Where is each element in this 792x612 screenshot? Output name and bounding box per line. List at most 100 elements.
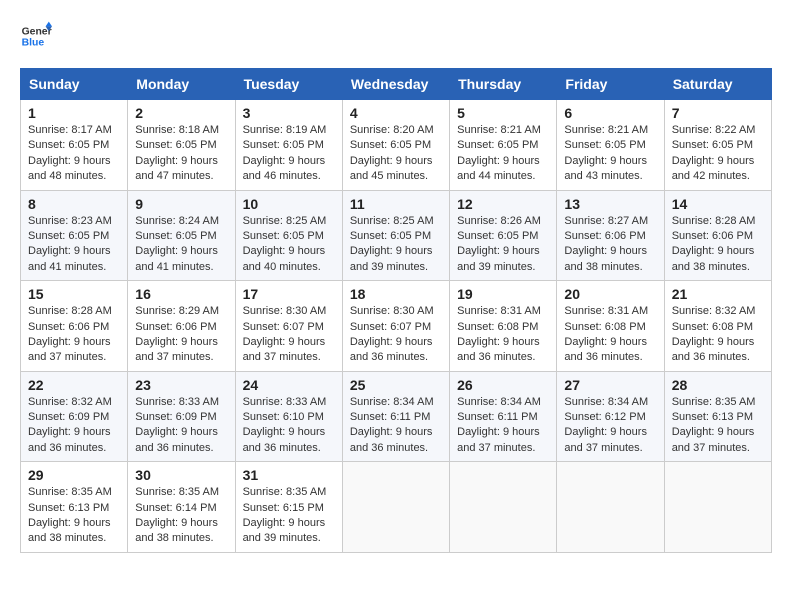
calendar-week-row: 1 Sunrise: 8:17 AM Sunset: 6:05 PM Dayli… xyxy=(21,100,772,191)
sunset-label: Sunset: 6:08 PM xyxy=(672,321,753,333)
day-info: Sunrise: 8:35 AM Sunset: 6:13 PM Dayligh… xyxy=(672,395,764,457)
day-info: Sunrise: 8:28 AM Sunset: 6:06 PM Dayligh… xyxy=(28,304,120,366)
sunrise-label: Sunrise: 8:33 AM xyxy=(243,396,327,408)
sunrise-label: Sunrise: 8:27 AM xyxy=(564,215,648,227)
day-number: 27 xyxy=(564,377,656,393)
day-number: 22 xyxy=(28,377,120,393)
daylight-label: Daylight: 9 hours and 45 minutes. xyxy=(350,155,433,182)
sunrise-label: Sunrise: 8:28 AM xyxy=(28,305,112,317)
day-number: 29 xyxy=(28,467,120,483)
daylight-label: Daylight: 9 hours and 36 minutes. xyxy=(28,426,111,453)
sunset-label: Sunset: 6:05 PM xyxy=(350,139,431,151)
sunrise-label: Sunrise: 8:22 AM xyxy=(672,124,756,136)
sunset-label: Sunset: 6:08 PM xyxy=(564,321,645,333)
sunset-label: Sunset: 6:11 PM xyxy=(350,411,431,423)
day-info: Sunrise: 8:19 AM Sunset: 6:05 PM Dayligh… xyxy=(243,123,335,185)
daylight-label: Daylight: 9 hours and 47 minutes. xyxy=(135,155,218,182)
sunrise-label: Sunrise: 8:20 AM xyxy=(350,124,434,136)
daylight-label: Daylight: 9 hours and 36 minutes. xyxy=(350,426,433,453)
daylight-label: Daylight: 9 hours and 36 minutes. xyxy=(243,426,326,453)
sunset-label: Sunset: 6:06 PM xyxy=(135,321,216,333)
calendar-cell: 13 Sunrise: 8:27 AM Sunset: 6:06 PM Dayl… xyxy=(557,190,664,281)
day-number: 11 xyxy=(350,196,442,212)
calendar-cell: 15 Sunrise: 8:28 AM Sunset: 6:06 PM Dayl… xyxy=(21,281,128,372)
day-info: Sunrise: 8:30 AM Sunset: 6:07 PM Dayligh… xyxy=(350,304,442,366)
column-header-tuesday: Tuesday xyxy=(235,69,342,100)
calendar-cell: 24 Sunrise: 8:33 AM Sunset: 6:10 PM Dayl… xyxy=(235,371,342,462)
sunset-label: Sunset: 6:07 PM xyxy=(350,321,431,333)
daylight-label: Daylight: 9 hours and 36 minutes. xyxy=(672,336,755,363)
daylight-label: Daylight: 9 hours and 40 minutes. xyxy=(243,245,326,272)
calendar-week-row: 8 Sunrise: 8:23 AM Sunset: 6:05 PM Dayli… xyxy=(21,190,772,281)
page-header: General Blue xyxy=(20,20,772,52)
sunrise-label: Sunrise: 8:30 AM xyxy=(350,305,434,317)
daylight-label: Daylight: 9 hours and 39 minutes. xyxy=(457,245,540,272)
sunset-label: Sunset: 6:13 PM xyxy=(672,411,753,423)
calendar-cell: 2 Sunrise: 8:18 AM Sunset: 6:05 PM Dayli… xyxy=(128,100,235,191)
day-info: Sunrise: 8:34 AM Sunset: 6:12 PM Dayligh… xyxy=(564,395,656,457)
daylight-label: Daylight: 9 hours and 42 minutes. xyxy=(672,155,755,182)
sunrise-label: Sunrise: 8:25 AM xyxy=(350,215,434,227)
day-info: Sunrise: 8:22 AM Sunset: 6:05 PM Dayligh… xyxy=(672,123,764,185)
sunset-label: Sunset: 6:15 PM xyxy=(243,502,324,514)
day-info: Sunrise: 8:32 AM Sunset: 6:09 PM Dayligh… xyxy=(28,395,120,457)
day-info: Sunrise: 8:24 AM Sunset: 6:05 PM Dayligh… xyxy=(135,214,227,276)
daylight-label: Daylight: 9 hours and 46 minutes. xyxy=(243,155,326,182)
day-number: 2 xyxy=(135,105,227,121)
sunrise-label: Sunrise: 8:35 AM xyxy=(672,396,756,408)
calendar-cell: 22 Sunrise: 8:32 AM Sunset: 6:09 PM Dayl… xyxy=(21,371,128,462)
daylight-label: Daylight: 9 hours and 43 minutes. xyxy=(564,155,647,182)
calendar-cell xyxy=(450,462,557,553)
day-number: 8 xyxy=(28,196,120,212)
sunrise-label: Sunrise: 8:19 AM xyxy=(243,124,327,136)
day-number: 14 xyxy=(672,196,764,212)
calendar-cell: 5 Sunrise: 8:21 AM Sunset: 6:05 PM Dayli… xyxy=(450,100,557,191)
day-info: Sunrise: 8:34 AM Sunset: 6:11 PM Dayligh… xyxy=(350,395,442,457)
daylight-label: Daylight: 9 hours and 37 minutes. xyxy=(28,336,111,363)
sunrise-label: Sunrise: 8:25 AM xyxy=(243,215,327,227)
daylight-label: Daylight: 9 hours and 38 minutes. xyxy=(564,245,647,272)
day-info: Sunrise: 8:26 AM Sunset: 6:05 PM Dayligh… xyxy=(457,214,549,276)
sunset-label: Sunset: 6:06 PM xyxy=(672,230,753,242)
logo-icon: General Blue xyxy=(20,20,52,52)
column-header-wednesday: Wednesday xyxy=(342,69,449,100)
calendar-cell: 27 Sunrise: 8:34 AM Sunset: 6:12 PM Dayl… xyxy=(557,371,664,462)
calendar-cell: 25 Sunrise: 8:34 AM Sunset: 6:11 PM Dayl… xyxy=(342,371,449,462)
sunrise-label: Sunrise: 8:21 AM xyxy=(457,124,541,136)
logo: General Blue xyxy=(20,20,52,52)
sunset-label: Sunset: 6:09 PM xyxy=(135,411,216,423)
day-number: 4 xyxy=(350,105,442,121)
day-number: 28 xyxy=(672,377,764,393)
calendar-cell: 11 Sunrise: 8:25 AM Sunset: 6:05 PM Dayl… xyxy=(342,190,449,281)
sunrise-label: Sunrise: 8:30 AM xyxy=(243,305,327,317)
sunrise-label: Sunrise: 8:35 AM xyxy=(28,486,112,498)
sunset-label: Sunset: 6:05 PM xyxy=(135,139,216,151)
sunset-label: Sunset: 6:10 PM xyxy=(243,411,324,423)
day-info: Sunrise: 8:21 AM Sunset: 6:05 PM Dayligh… xyxy=(564,123,656,185)
day-info: Sunrise: 8:23 AM Sunset: 6:05 PM Dayligh… xyxy=(28,214,120,276)
daylight-label: Daylight: 9 hours and 41 minutes. xyxy=(28,245,111,272)
calendar-cell: 6 Sunrise: 8:21 AM Sunset: 6:05 PM Dayli… xyxy=(557,100,664,191)
day-info: Sunrise: 8:35 AM Sunset: 6:13 PM Dayligh… xyxy=(28,485,120,547)
sunset-label: Sunset: 6:07 PM xyxy=(243,321,324,333)
daylight-label: Daylight: 9 hours and 38 minutes. xyxy=(135,517,218,544)
svg-text:Blue: Blue xyxy=(22,38,45,49)
calendar-cell: 7 Sunrise: 8:22 AM Sunset: 6:05 PM Dayli… xyxy=(664,100,771,191)
day-info: Sunrise: 8:32 AM Sunset: 6:08 PM Dayligh… xyxy=(672,304,764,366)
sunset-label: Sunset: 6:09 PM xyxy=(28,411,109,423)
sunrise-label: Sunrise: 8:31 AM xyxy=(457,305,541,317)
column-header-saturday: Saturday xyxy=(664,69,771,100)
day-number: 18 xyxy=(350,286,442,302)
day-number: 26 xyxy=(457,377,549,393)
daylight-label: Daylight: 9 hours and 41 minutes. xyxy=(135,245,218,272)
day-info: Sunrise: 8:31 AM Sunset: 6:08 PM Dayligh… xyxy=(564,304,656,366)
sunset-label: Sunset: 6:05 PM xyxy=(28,230,109,242)
sunrise-label: Sunrise: 8:21 AM xyxy=(564,124,648,136)
day-number: 16 xyxy=(135,286,227,302)
calendar-cell: 19 Sunrise: 8:31 AM Sunset: 6:08 PM Dayl… xyxy=(450,281,557,372)
sunset-label: Sunset: 6:05 PM xyxy=(457,139,538,151)
calendar-cell: 31 Sunrise: 8:35 AM Sunset: 6:15 PM Dayl… xyxy=(235,462,342,553)
sunrise-label: Sunrise: 8:26 AM xyxy=(457,215,541,227)
day-info: Sunrise: 8:33 AM Sunset: 6:09 PM Dayligh… xyxy=(135,395,227,457)
calendar-cell: 12 Sunrise: 8:26 AM Sunset: 6:05 PM Dayl… xyxy=(450,190,557,281)
